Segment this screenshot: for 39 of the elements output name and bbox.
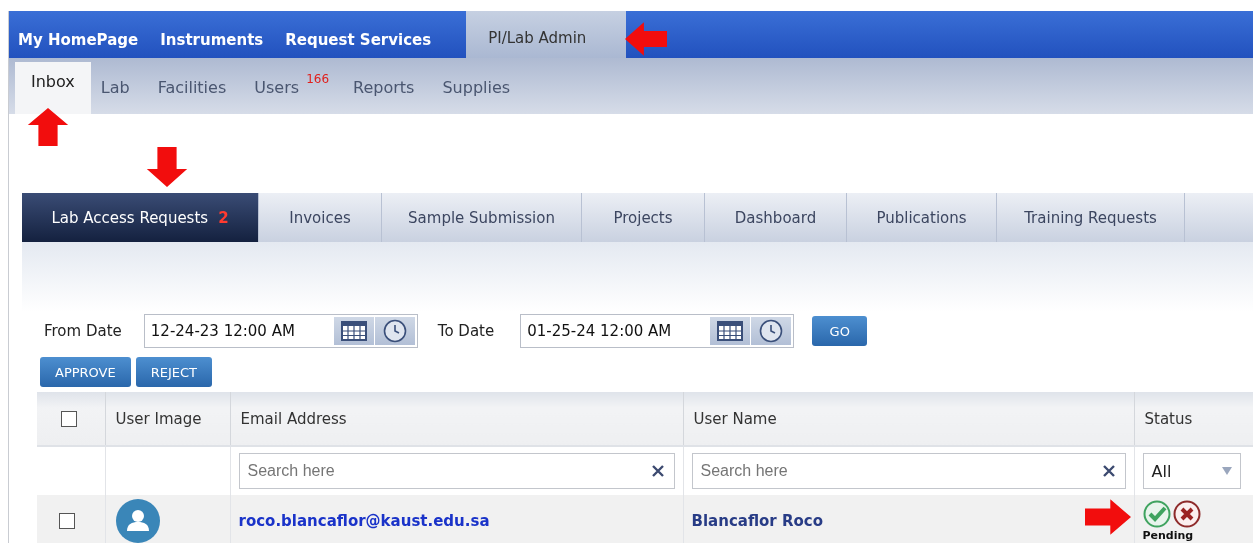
date-field[interactable]: 12-24-23 12:00 AM bbox=[143, 314, 418, 348]
clock-icon[interactable] bbox=[382, 319, 407, 343]
date-input[interactable]: 01-25-24 12:00 AM bbox=[523, 317, 710, 345]
user-avatar-icon bbox=[115, 498, 160, 543]
status-text: Pending bbox=[1142, 528, 1195, 542]
date-input[interactable]: 12-24-23 12:00 AM bbox=[146, 317, 333, 345]
clear-icon[interactable] bbox=[651, 465, 664, 477]
column-header: Email Address bbox=[240, 409, 347, 428]
action-button[interactable]: REJECT bbox=[135, 357, 213, 387]
clock-icon[interactable] bbox=[759, 319, 784, 343]
count-label: 2 bbox=[218, 208, 229, 227]
checkbox[interactable] bbox=[61, 410, 77, 427]
nav-tab[interactable]: Request Services bbox=[276, 31, 445, 58]
nav-tab[interactable]: PI/Lab Admin bbox=[466, 11, 627, 58]
to-date-label: To Date bbox=[437, 322, 495, 340]
column-header: User Name bbox=[693, 409, 777, 428]
checkbox[interactable] bbox=[59, 512, 75, 529]
sub-nav-tab[interactable]: Reports bbox=[339, 78, 429, 114]
column-header: Status bbox=[1144, 409, 1193, 428]
sub-nav-tab[interactable]: Facilities bbox=[143, 78, 241, 114]
nav-tab[interactable]: My HomePage bbox=[9, 31, 152, 58]
approve-check-icon[interactable] bbox=[1142, 499, 1171, 528]
go-button[interactable]: GO bbox=[812, 316, 868, 346]
count-label: 166 bbox=[306, 72, 330, 86]
nav-tab[interactable]: Instruments bbox=[151, 31, 277, 58]
section-tab[interactable]: Lab Access Requests 2 bbox=[22, 193, 259, 242]
date-field[interactable]: 01-25-24 12:00 AM bbox=[520, 314, 795, 348]
calendar-icon[interactable] bbox=[717, 321, 744, 341]
dropdown-arrow-icon bbox=[1221, 467, 1232, 475]
action-button[interactable]: APPROVE bbox=[40, 357, 131, 387]
calendar-icon[interactable] bbox=[340, 321, 367, 341]
clear-icon[interactable] bbox=[1102, 465, 1115, 477]
column-header: User Image bbox=[115, 409, 202, 428]
user-name-link[interactable]: Blancaflor Roco bbox=[691, 511, 823, 530]
sub-nav-tab[interactable]: Supplies bbox=[428, 78, 525, 114]
sub-nav-tab[interactable]: Inbox bbox=[15, 62, 91, 114]
reject-x-icon[interactable] bbox=[1172, 499, 1201, 528]
status-dropdown[interactable]: All bbox=[1142, 453, 1241, 489]
from-date-label: From Date bbox=[44, 322, 122, 340]
